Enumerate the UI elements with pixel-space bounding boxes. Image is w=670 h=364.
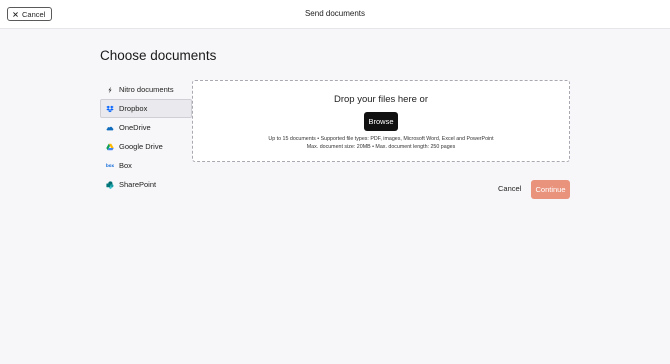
- sharepoint-icon: [106, 180, 114, 189]
- choose-documents-heading: Choose documents: [100, 48, 217, 63]
- top-bar: Cancel Send documents: [0, 0, 670, 29]
- box-icon: box: [106, 163, 115, 168]
- dropbox-icon: [106, 105, 114, 113]
- dropzone-prompt: Drop your files here or: [334, 94, 428, 105]
- continue-button[interactable]: Continue: [531, 180, 570, 199]
- source-list: Nitro documents Dropbox OneDrive Google …: [100, 80, 192, 194]
- source-label: Google Drive: [119, 142, 163, 151]
- source-label: SharePoint: [119, 180, 157, 189]
- source-label: Dropbox: [119, 104, 148, 113]
- page-title: Send documents: [304, 9, 366, 18]
- nitro-icon: [106, 86, 114, 94]
- source-item-onedrive[interactable]: OneDrive: [100, 118, 192, 137]
- source-item-dropbox[interactable]: Dropbox: [100, 99, 192, 118]
- dropzone-info-types: Up to 15 documents • Supported file type…: [268, 136, 494, 142]
- source-item-sharepoint[interactable]: SharePoint: [100, 175, 192, 194]
- source-label: Nitro documents: [119, 85, 174, 94]
- file-dropzone[interactable]: Drop your files here or Browse Up to 15 …: [192, 80, 570, 162]
- dropzone-info-limits: Max. document size: 20MB • Max. document…: [306, 144, 456, 150]
- browse-button[interactable]: Browse: [364, 112, 398, 131]
- google-drive-icon: [106, 143, 114, 151]
- source-item-google-drive[interactable]: Google Drive: [100, 137, 192, 156]
- cancel-button[interactable]: Cancel: [498, 184, 521, 193]
- source-item-box[interactable]: box Box: [100, 156, 192, 175]
- source-label: Box: [119, 161, 132, 170]
- onedrive-icon: [106, 124, 114, 132]
- source-label: OneDrive: [119, 123, 151, 132]
- source-item-nitro-documents[interactable]: Nitro documents: [100, 80, 192, 99]
